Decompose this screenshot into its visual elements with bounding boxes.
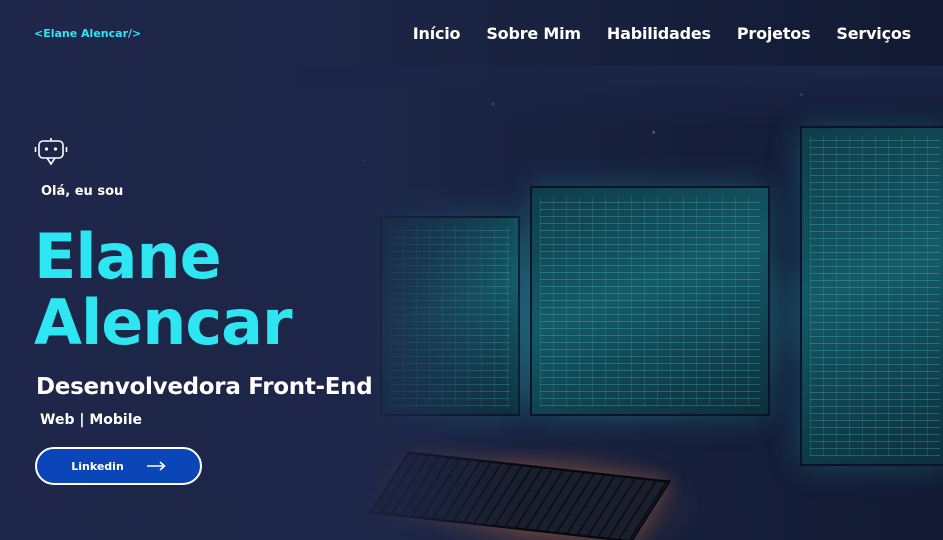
nav-item-habilidades[interactable]: Habilidades (607, 24, 711, 43)
nav-item-sobre-mim[interactable]: Sobre Mim (486, 24, 581, 43)
top-nav: <Elane Alencar/> Início Sobre Mim Habili… (0, 0, 943, 68)
monitor-right (800, 126, 943, 466)
nav-item-servicos[interactable]: Serviços (836, 24, 911, 43)
robot-icon (34, 138, 68, 166)
nav-menu: Início Sobre Mim Habilidades Projetos Se… (387, 24, 911, 43)
site-logo[interactable]: <Elane Alencar/> (34, 27, 141, 40)
hero-background-image (300, 66, 943, 540)
nav-item-inicio[interactable]: Início (413, 24, 461, 43)
hero-platforms: Web | Mobile (40, 412, 142, 428)
monitor-center (530, 186, 770, 416)
page: <Elane Alencar/> Início Sobre Mim Habili… (0, 0, 943, 540)
hero-role: Desenvolvedora Front-End (36, 374, 373, 400)
nav-item-projetos[interactable]: Projetos (737, 24, 811, 43)
hero-name-line1: Elane (34, 220, 222, 293)
arrow-right-icon (146, 461, 166, 471)
linkedin-button-label: Linkedin (71, 459, 124, 473)
hero-greeting: Olá, eu sou (41, 184, 124, 199)
hero-name-line2: Alencar (34, 286, 293, 359)
linkedin-button[interactable]: Linkedin (35, 447, 202, 485)
hero-name: Elane Alencar (34, 220, 293, 359)
